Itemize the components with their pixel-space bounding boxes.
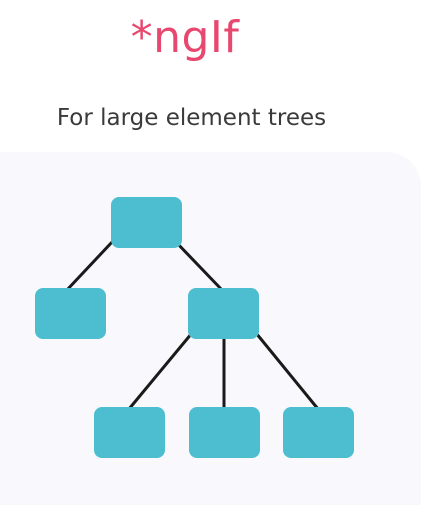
tree-edge-right-child-to-grandchild-1 [127,332,194,410]
tree-edge-root-to-right-child [173,239,225,293]
tree-node-grandchild-1 [94,407,165,458]
tree-node-grandchild-3 [283,407,354,458]
tree-node-left-child [35,288,106,339]
tree-node-root [111,197,182,248]
tree-edge-root-to-left-child [64,239,115,293]
tree-node-right-child [188,288,259,339]
element-tree-diagram [35,197,354,458]
tree-node-grandchild-2 [189,407,260,458]
tree-edge-right-child-to-grandchild-3 [254,332,320,410]
